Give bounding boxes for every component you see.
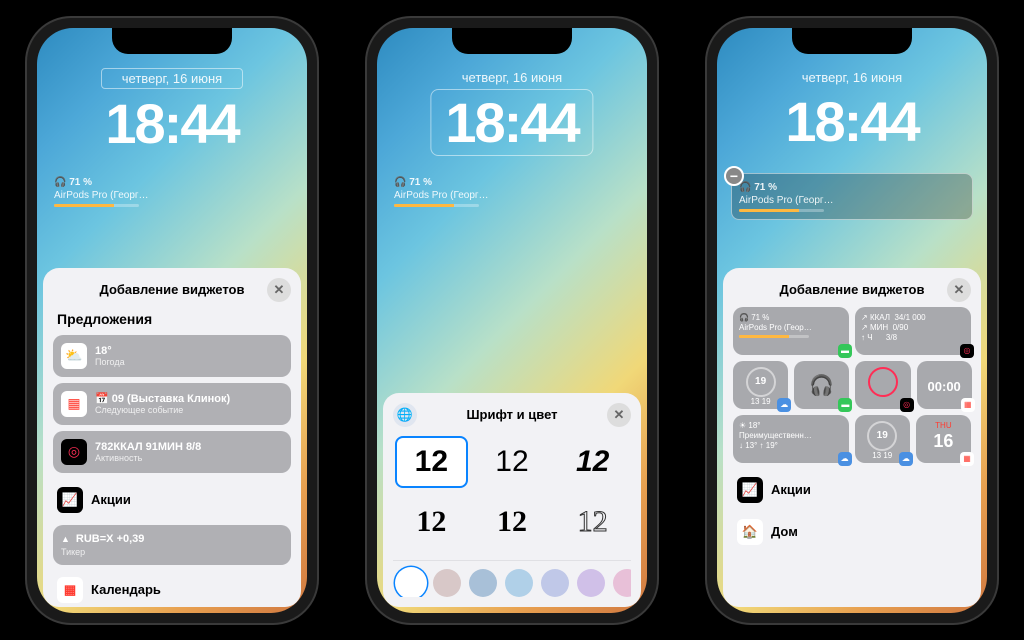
add-widgets-sheet: Добавление виджетов ✕ 🎧 71 % AirPods Pro… bbox=[723, 268, 981, 607]
suggestion-weather[interactable]: ⛅ 18° Погода bbox=[53, 335, 291, 377]
add-widgets-sheet: Добавление виджетов ✕ Предложения ⛅ 18° … bbox=[43, 268, 301, 607]
widget-grid-row3: ☀ 18° Преимущественн… ↓ 13° ↑ 19° ☁ 19 1… bbox=[733, 415, 971, 463]
sheet-header: Добавление виджетов ✕ bbox=[733, 278, 971, 307]
time-display-boxed[interactable]: 18:44 bbox=[430, 89, 593, 156]
font-option-5[interactable]: 12 bbox=[476, 496, 549, 548]
widget-airpods-sq[interactable]: 🎧 ▬ bbox=[794, 361, 849, 409]
color-6[interactable] bbox=[577, 569, 605, 597]
color-5[interactable] bbox=[541, 569, 569, 597]
lockscreen-header: четверг, 16 июня 18:44 bbox=[717, 68, 987, 154]
sheet-title: Добавление виджетов bbox=[780, 282, 925, 297]
weather-badge-icon: ☁ bbox=[838, 452, 852, 466]
font-color-sheet: 🌐 Шрифт и цвет ✕ 12 12 12 12 12 12 bbox=[383, 393, 641, 607]
font-option-3[interactable]: 12 bbox=[556, 436, 629, 488]
date-pill[interactable]: четверг, 16 июня bbox=[101, 68, 243, 89]
screen-3: четверг, 16 июня 18:44 − 🎧 71 % AirPods … bbox=[717, 28, 987, 613]
lockscreen-header: четверг, 16 июня 18:44 bbox=[377, 68, 647, 156]
color-3[interactable] bbox=[469, 569, 497, 597]
suggestions-title: Предложения bbox=[57, 311, 291, 327]
ticker-card[interactable]: ▲RUB=X +0,39 Тикер bbox=[53, 525, 291, 565]
stocks-app-row[interactable]: 📈 Акции bbox=[733, 469, 971, 511]
sheet-header: 🌐 Шрифт и цвет ✕ bbox=[393, 403, 631, 432]
suggestion-fitness[interactable]: ◎ 782ККАЛ 91МИН 8/8 Активность bbox=[53, 431, 291, 473]
widget-ring-1[interactable]: 19 13 19 ☁ bbox=[733, 361, 788, 409]
weather-badge-icon: ☁ bbox=[777, 398, 791, 412]
widget-clock[interactable]: 00:00 ▦ bbox=[917, 361, 972, 409]
widget-grid-row1: 🎧 71 % AirPods Pro (Геор… ▬ ↗ ККАЛ 34/1 … bbox=[733, 307, 971, 355]
stocks-icon: 📈 bbox=[737, 477, 763, 503]
calendar-app-row[interactable]: ▦ Календарь bbox=[53, 569, 291, 603]
fitness-badge-icon: ◎ bbox=[960, 344, 974, 358]
widget-airpods[interactable]: 🎧 71 % AirPods Pro (Геор… ▬ bbox=[733, 307, 849, 355]
calendar-icon: ▦ bbox=[61, 391, 87, 417]
font-grid: 12 12 12 12 12 12 bbox=[393, 432, 631, 560]
suggestion-calendar[interactable]: ▦ 📅 09 (Выставка Клинок) Следующее событ… bbox=[53, 383, 291, 425]
sheet-title: Добавление виджетов bbox=[100, 282, 245, 297]
screen-2: четверг, 16 июня 18:44 🎧 71 % AirPods Pr… bbox=[377, 28, 647, 613]
phone-1: четверг, 16 июня 18:44 🎧 71 % AirPods Pr… bbox=[27, 18, 317, 623]
notch bbox=[452, 28, 572, 54]
airpods-widget[interactable]: 🎧 71 % AirPods Pro (Георг… bbox=[736, 178, 856, 215]
airpods-bar bbox=[54, 204, 139, 207]
stocks-label: Акции bbox=[91, 492, 131, 507]
widget-day[interactable]: THU 16 ▦ bbox=[916, 415, 971, 463]
widget-row-editing[interactable]: − 🎧 71 % AirPods Pro (Георг… bbox=[731, 173, 973, 220]
notch bbox=[112, 28, 232, 54]
phone-2: четверг, 16 июня 18:44 🎧 71 % AirPods Pr… bbox=[367, 18, 657, 623]
home-app-row[interactable]: 🏠 Дом bbox=[733, 511, 971, 545]
battery-badge-icon: ▬ bbox=[838, 398, 852, 412]
calendar-app-icon: ▦ bbox=[57, 577, 83, 603]
globe-button[interactable]: 🌐 bbox=[393, 403, 417, 427]
remove-widget-button[interactable]: − bbox=[724, 166, 744, 186]
font-option-6[interactable]: 12 bbox=[556, 496, 629, 548]
notch bbox=[792, 28, 912, 54]
fitness-badge-icon: ◎ bbox=[900, 398, 914, 412]
font-option-1[interactable]: 12 bbox=[395, 436, 468, 488]
time-display[interactable]: 18:44 bbox=[37, 91, 307, 156]
close-button[interactable]: ✕ bbox=[267, 278, 291, 302]
date-text: четверг, 16 июня bbox=[442, 68, 582, 87]
close-button[interactable]: ✕ bbox=[947, 278, 971, 302]
sheet-title: Шрифт и цвет bbox=[466, 407, 557, 422]
airpods-widget[interactable]: 🎧 71 % AirPods Pro (Георг… bbox=[51, 173, 171, 210]
phone-3: четверг, 16 июня 18:44 − 🎧 71 % AirPods … bbox=[707, 18, 997, 623]
battery-badge-icon: ▬ bbox=[838, 344, 852, 358]
stocks-app-row[interactable]: 📈 Акции bbox=[53, 479, 291, 521]
screen-1: четверг, 16 июня 18:44 🎧 71 % AirPods Pr… bbox=[37, 28, 307, 613]
stocks-icon: 📈 bbox=[57, 487, 83, 513]
time-display: 18:44 bbox=[717, 89, 987, 154]
triangle-up-icon: ▲ bbox=[61, 534, 70, 544]
sheet-header: Добавление виджетов ✕ bbox=[53, 278, 291, 307]
airpods-name: AirPods Pro (Георг… bbox=[54, 189, 168, 202]
color-2[interactable] bbox=[433, 569, 461, 597]
home-icon: 🏠 bbox=[737, 519, 763, 545]
airpods-percent: 🎧 71 % bbox=[54, 176, 168, 189]
color-white[interactable] bbox=[397, 569, 425, 597]
widget-row: 🎧 71 % AirPods Pro (Георг… bbox=[391, 173, 633, 210]
fitness-icon: ◎ bbox=[61, 439, 87, 465]
font-option-4[interactable]: 12 bbox=[395, 496, 468, 548]
calendar-label: Календарь bbox=[91, 582, 161, 597]
date-text: четверг, 16 июня bbox=[782, 68, 922, 87]
calendar-badge-icon: ▦ bbox=[961, 398, 975, 412]
widget-activity-rings[interactable]: ◎ bbox=[855, 361, 910, 409]
widget-row[interactable]: 🎧 71 % AirPods Pro (Георг… bbox=[51, 173, 293, 210]
lockscreen-header: четверг, 16 июня 18:44 bbox=[37, 68, 307, 156]
airpods-widget: 🎧 71 % AirPods Pro (Георг… bbox=[391, 173, 511, 210]
widget-weather[interactable]: ☀ 18° Преимущественн… ↓ 13° ↑ 19° ☁ bbox=[733, 415, 849, 463]
weather-badge-icon: ☁ bbox=[899, 452, 913, 466]
weather-icon: ⛅ bbox=[61, 343, 87, 369]
font-option-2[interactable]: 12 bbox=[476, 436, 549, 488]
color-4[interactable] bbox=[505, 569, 533, 597]
widget-ring-2[interactable]: 19 13 19 ☁ bbox=[855, 415, 910, 463]
close-button[interactable]: ✕ bbox=[607, 403, 631, 427]
widget-grid-row2: 19 13 19 ☁ 🎧 ▬ ◎ 00:00 ▦ bbox=[733, 361, 971, 409]
widget-fitness[interactable]: ↗ ККАЛ 34/1 000 ↗ МИН 0/90 ↑ Ч 3/8 ◎ bbox=[855, 307, 971, 355]
color-row bbox=[393, 560, 631, 597]
calendar-badge-icon: ▦ bbox=[960, 452, 974, 466]
color-7[interactable] bbox=[613, 569, 631, 597]
